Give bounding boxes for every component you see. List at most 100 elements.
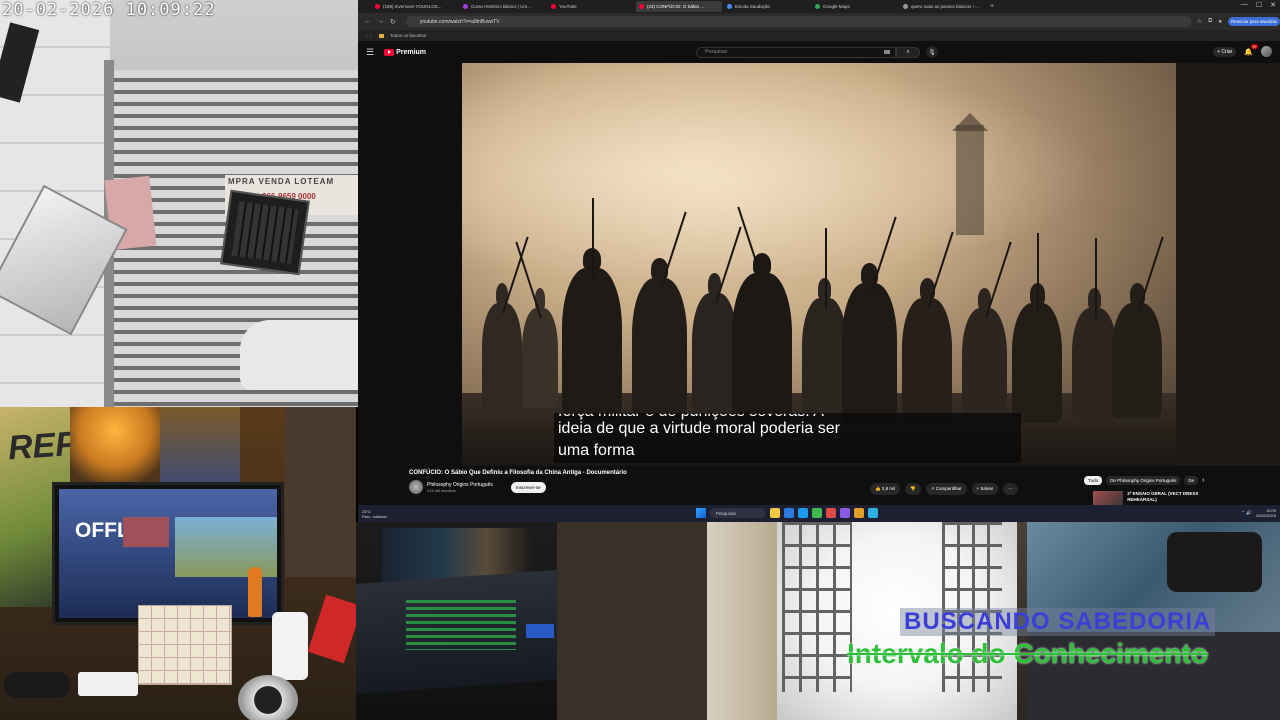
tab-label: YouTube	[559, 4, 577, 9]
chip-channel[interactable]: De Philosophy Origins Português	[1106, 476, 1181, 485]
subtitle-line-2: uma forma	[558, 442, 635, 459]
bookmarks-bar: ⋮⋮ Todos os favoritos	[358, 30, 1280, 41]
tab-label: (188) Inversoes YOUGLOS...	[383, 4, 442, 9]
taskbar-app-icon[interactable]	[840, 508, 850, 518]
profile-icon[interactable]: ●	[1218, 19, 1222, 25]
browser-tab[interactable]: YouTube	[548, 1, 634, 12]
camera-feed-entrance: MPRA VENDA LOTEAM 966-9659 0000 20-02-20…	[0, 0, 358, 407]
share-button[interactable]: ↗ Compartilhar	[925, 483, 967, 495]
rider-silhouette	[842, 283, 897, 423]
taskbar-app-icon[interactable]	[826, 508, 836, 518]
dark-laptop	[220, 189, 310, 276]
microphone-icon[interactable]: 🎙	[926, 46, 939, 58]
account-avatar[interactable]	[1261, 46, 1272, 57]
create-button[interactable]: + Criar	[1213, 46, 1237, 57]
parked-car	[240, 320, 358, 390]
channel-avatar[interactable]	[409, 480, 423, 494]
taskbar-app-icon[interactable]	[798, 508, 808, 518]
menu-icon[interactable]: ☰	[366, 47, 374, 58]
notification-badge: 9+	[1251, 43, 1258, 49]
window-grille-left	[782, 522, 852, 692]
browser-tab[interactable]: Google Maps	[812, 1, 898, 12]
save-button[interactable]: + Salvar	[971, 483, 999, 495]
chips-next-icon[interactable]: ›	[1202, 477, 1204, 484]
taskbar-app-icon[interactable]	[770, 508, 780, 518]
overlay-subtitle: Intervalo do Conhecimento	[847, 638, 1208, 669]
notifications-bell-icon[interactable]: 🔔 9+	[1244, 43, 1258, 56]
mouse	[4, 672, 70, 698]
browser-tab[interactable]: (23) CONFÚCIO: O Sábio ...	[636, 1, 722, 12]
windows-taskbar: 23°C Parc. nublado Pesquisar ⌃ 🔊 10:09 2…	[358, 505, 1280, 522]
taskbar-app-icon[interactable]	[868, 508, 878, 518]
taskbar-center: Pesquisar	[696, 508, 878, 518]
channel-subscribers: 213 mil inscritos	[427, 487, 456, 493]
weather-widget[interactable]: 23°C Parc. nublado	[362, 509, 387, 519]
rider-silhouette	[1112, 303, 1162, 418]
close-button[interactable]: ✕	[1270, 1, 1276, 9]
youtube-search-input[interactable]: Pesquisar	[696, 46, 897, 58]
figurine	[248, 567, 262, 617]
start-icon[interactable]	[696, 508, 706, 518]
red-box	[307, 594, 356, 664]
all-bookmarks-link[interactable]: Todos os favoritos	[390, 33, 426, 38]
reload-icon[interactable]: ↻	[390, 18, 396, 26]
subtitle-line-1: ideia de que a virtude moral poderia ser	[558, 420, 840, 437]
camera-timestamp: 20-02-2026 10:09:22	[2, 0, 216, 20]
subscribe-button[interactable]: Inscrever-se	[510, 481, 546, 493]
dislike-button[interactable]: 👎	[905, 483, 921, 495]
taskbar-search[interactable]: Pesquisar	[710, 508, 766, 518]
taskbar-app-icon[interactable]	[854, 508, 864, 518]
channel-info: Philosophy Origins Português 213 mil ins…	[427, 482, 493, 493]
toolbar-icons: ☆ ⧉ ●	[1197, 18, 1222, 25]
forward-icon[interactable]: →	[377, 18, 384, 25]
restart-update-button[interactable]: Reiniciar para atualizar	[1227, 17, 1280, 26]
desk-calendar	[138, 605, 232, 685]
weather-desc: Parc. nublado	[362, 513, 387, 519]
rider-silhouette	[522, 308, 558, 408]
shelf	[557, 522, 712, 720]
bookmark-star-icon[interactable]: ☆	[1197, 18, 1202, 25]
maximize-button[interactable]: ☐	[1256, 1, 1262, 9]
taskbar-app-icon[interactable]	[812, 508, 822, 518]
browser-tab[interactable]: Curso Histórico Básico | Um...	[460, 1, 546, 12]
chip-partial[interactable]: De	[1184, 476, 1199, 485]
camera-feed-desk: REP OFFL	[0, 407, 356, 720]
video-title: CONFÚCIO: O Sábio Que Definiu a Filosofi…	[409, 470, 627, 476]
youtube-header-right: + Criar 🔔 9+	[1213, 43, 1272, 57]
youtube-logo[interactable]: Premium	[384, 48, 427, 56]
taskbar-clock[interactable]: 10:09 20/02/2026	[1256, 508, 1276, 518]
chip-all[interactable]: Tudo	[1084, 476, 1103, 485]
video-actions: 👍 2,8 mil 👎 ↗ Compartilhar + Salvar ⋯	[870, 483, 1018, 495]
tab-favicon-icon	[727, 4, 732, 9]
extensions-icon[interactable]: ⧉	[1208, 18, 1212, 25]
browser-toolbar: ← → ↻ youtube.com/watch?v=a9tnBuvwTV ☆ ⧉…	[358, 13, 1280, 30]
browser-window: (188) Inversoes YOUGLOS... Curso Históric…	[358, 0, 1280, 522]
taskbar-app-icon[interactable]	[784, 508, 794, 518]
video-smoke	[462, 63, 1176, 303]
like-button[interactable]: 👍 2,8 mil	[870, 483, 901, 495]
youtube-logo-text: Premium	[396, 48, 427, 56]
tab-label: Curso Histórico Básico | Um...	[471, 4, 531, 9]
apps-grid-icon[interactable]: ⋮⋮	[364, 33, 373, 39]
back-icon[interactable]: ←	[364, 18, 371, 25]
video-player[interactable]: força militar e de punições severas. A i…	[462, 63, 1176, 466]
browser-tab[interactable]: quero suas as passos básicos +...	[900, 1, 986, 12]
rider-silhouette	[902, 298, 952, 423]
more-actions-button[interactable]: ⋯	[1003, 483, 1018, 495]
tab-label: Google Maps	[823, 4, 850, 9]
new-tab-button[interactable]: +	[990, 3, 994, 10]
castle-tower	[956, 125, 984, 235]
rider-silhouette	[482, 303, 522, 413]
browser-tab[interactable]: (188) Inversoes YOUGLOS...	[372, 1, 458, 12]
camera-lens	[238, 675, 298, 720]
address-bar[interactable]: youtube.com/watch?v=a9tnBuvwTV	[405, 16, 1191, 27]
tray-icons[interactable]: ⌃ 🔊	[1241, 510, 1252, 516]
search-icon[interactable]: ⌕	[896, 46, 921, 58]
keyboard-icon[interactable]	[884, 50, 891, 54]
audio-meters	[406, 600, 516, 650]
bottle	[272, 612, 308, 680]
tab-list: (188) Inversoes YOUGLOS... Curso Históric…	[372, 1, 988, 12]
minimize-button[interactable]: —	[1241, 1, 1248, 9]
system-tray: ⌃ 🔊 10:09 20/02/2026	[1241, 508, 1276, 518]
browser-tab[interactable]: Escola Saudação	[724, 1, 810, 12]
